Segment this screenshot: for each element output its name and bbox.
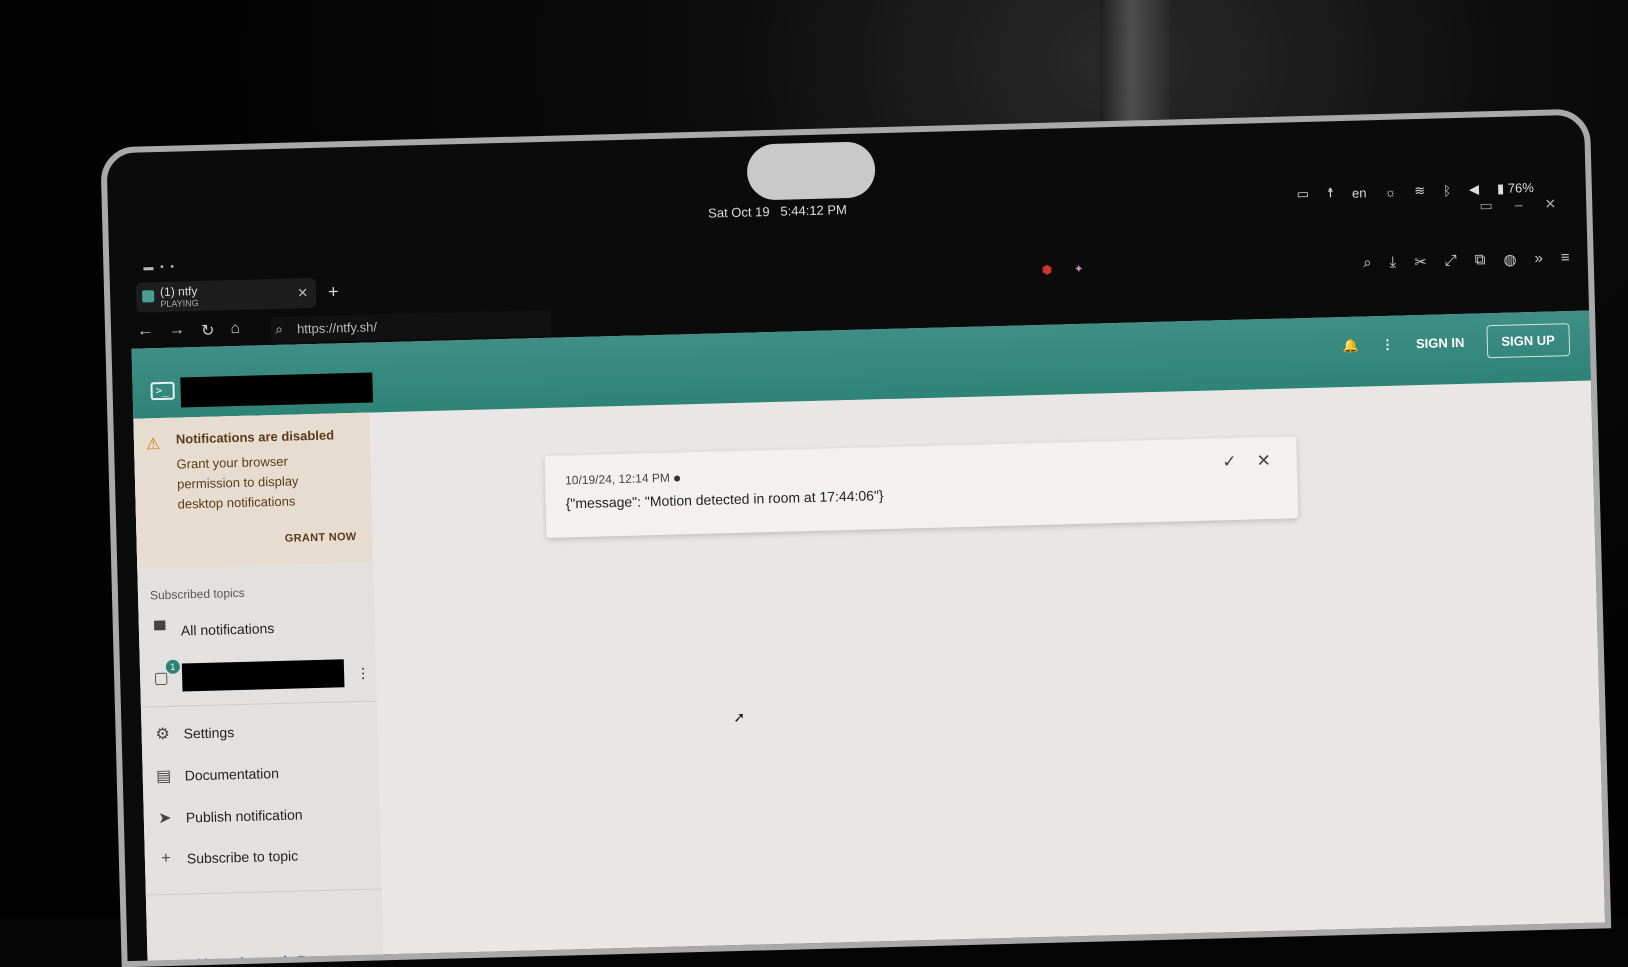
- dismiss-close-icon[interactable]: ✕: [1256, 451, 1271, 471]
- divider: [145, 888, 382, 896]
- warning-icon: ⚠: [145, 436, 161, 454]
- overflow-icon[interactable]: »: [1534, 250, 1543, 268]
- fullscreen-icon[interactable]: ⤢: [1445, 252, 1457, 270]
- extensions-icon[interactable]: ⧉: [1475, 251, 1486, 269]
- restore-icon[interactable]: ▭: [1479, 197, 1493, 214]
- search-icon[interactable]: ⌕: [1363, 254, 1372, 272]
- system-clock: Sat Oct 19 5:44:12 PM: [707, 201, 848, 221]
- minimize-icon[interactable]: –: [1514, 196, 1522, 213]
- plus-icon: +: [160, 849, 171, 868]
- extension-icon[interactable]: ✦: [1074, 262, 1084, 276]
- accessibility-icon[interactable]: ☨: [1327, 185, 1335, 201]
- sidebar-item-topic[interactable]: ▢ 1 ⋮: [152, 659, 371, 693]
- screenshot-icon[interactable]: ✂: [1414, 253, 1427, 271]
- ublock-extension-icon[interactable]: ⬢: [1042, 263, 1053, 277]
- send-icon: ➤: [157, 809, 172, 828]
- sidebar-item-all-notifications[interactable]: ▀ All notifications: [151, 619, 275, 640]
- browser-toolbar: ⌕ ⤓ ✂ ⤢ ⧉ ◍ » ≡: [1363, 249, 1570, 272]
- terminal-logo-icon[interactable]: >_: [150, 381, 175, 401]
- sidebar-item-label: Subscribe to topic: [186, 847, 299, 867]
- sidebar-item-label: Documentation: [184, 765, 280, 784]
- address-text: https://ntfy.sh/: [296, 319, 378, 337]
- nav-buttons: ← → ↻ ⌂: [137, 320, 241, 343]
- tab-title: (1) ntfy: [159, 284, 198, 299]
- grant-now-button[interactable]: GRANT NOW: [285, 531, 357, 545]
- notification-message: {"message": "Motion detected in room at …: [565, 487, 884, 512]
- alert-body: Grant your browser permission to display…: [176, 453, 299, 512]
- forward-icon[interactable]: →: [169, 321, 186, 341]
- sidebar-item-label: Settings: [183, 724, 235, 742]
- webcam-cover: [746, 141, 876, 201]
- upgrade-link[interactable]: Upgrade to ntfy Pro: [197, 952, 319, 967]
- bluetooth-icon[interactable]: ᛒ: [1443, 183, 1451, 198]
- browser-tab[interactable]: (1) ntfy PLAYING ✕: [135, 277, 317, 313]
- header-actions: 🔔 ⋮ SIGN IN SIGN UP: [1342, 323, 1571, 362]
- sidebar-item-label: All notifications: [180, 620, 275, 639]
- laptop-screen: Sat Oct 19 5:44:12 PM ▭ ☨ en ☼ ≋ ᛒ ◀ ▮ 7…: [100, 108, 1612, 967]
- brightness-icon[interactable]: ☼: [1384, 184, 1396, 199]
- notification-actions: ✓ ✕: [1222, 451, 1271, 472]
- sidebar: ⚠ Notifications are disabled Grant your …: [133, 412, 385, 967]
- notification-timestamp: 10/19/24, 12:14 PM: [565, 470, 680, 487]
- divider: [140, 700, 377, 708]
- gear-icon: ⚙: [155, 725, 171, 744]
- window-controls: ▭ – ✕: [1479, 195, 1556, 214]
- bell-icon[interactable]: 🔔: [1343, 337, 1360, 353]
- topic-more-icon[interactable]: ⋮: [356, 664, 370, 681]
- language-indicator[interactable]: en: [1352, 185, 1367, 200]
- alert-title: Notifications are disabled: [175, 427, 335, 447]
- wifi-icon[interactable]: ≋: [1414, 183, 1425, 199]
- redacted-topic-title: [180, 372, 374, 408]
- sidebar-item-label: Publish notification: [185, 806, 303, 826]
- clipboard-icon[interactable]: ▭: [1296, 186, 1309, 202]
- volume-icon[interactable]: ◀: [1469, 181, 1479, 197]
- unread-dot: [673, 475, 680, 482]
- sidebar-item-settings[interactable]: ⚙ Settings: [153, 722, 234, 744]
- sign-up-button[interactable]: SIGN UP: [1485, 323, 1571, 359]
- mark-read-check-icon[interactable]: ✓: [1222, 452, 1237, 472]
- home-icon[interactable]: ⌂: [230, 320, 240, 340]
- ntfy-app: >_ 🔔 ⋮ SIGN IN SIGN UP ⚠ Notifications a…: [131, 310, 1608, 967]
- more-menu-icon[interactable]: ⋮: [1381, 336, 1394, 352]
- photo-background: Sat Oct 19 5:44:12 PM ▭ ☨ en ☼ ≋ ᛒ ◀ ▮ 7…: [0, 0, 1628, 967]
- new-tab-button[interactable]: +: [328, 281, 339, 302]
- document-icon: ▤: [155, 767, 172, 786]
- notification-card: 10/19/24, 12:14 PM {"message": "Motion d…: [544, 436, 1299, 538]
- sidebar-item-documentation[interactable]: ▤ Documentation: [154, 763, 279, 786]
- ntfy-favicon: [142, 290, 155, 303]
- chat-icon: ▀: [154, 621, 166, 640]
- sidebar-item-subscribe[interactable]: + Subscribe to topic: [157, 847, 299, 869]
- search-icon: ⌕: [274, 320, 284, 337]
- battery-indicator[interactable]: ▮ 76%: [1497, 180, 1534, 197]
- menu-icon[interactable]: ≡: [1561, 249, 1570, 267]
- reload-icon[interactable]: ↻: [201, 321, 215, 341]
- mouse-cursor-icon: ➚: [733, 708, 746, 726]
- tab-close-icon[interactable]: ✕: [297, 285, 308, 301]
- subscribed-topics-heading: Subscribed topics: [149, 585, 245, 603]
- notifications-disabled-alert: ⚠ Notifications are disabled Grant your …: [133, 412, 374, 569]
- back-icon[interactable]: ←: [137, 322, 154, 342]
- workspace-indicator: ▬ • •: [143, 261, 177, 274]
- unread-badge: 1: [165, 659, 181, 674]
- download-icon[interactable]: ⤓: [1389, 254, 1396, 272]
- profile-icon[interactable]: ◍: [1503, 250, 1517, 268]
- sidebar-item-publish[interactable]: ➤ Publish notification: [156, 804, 303, 828]
- close-icon[interactable]: ✕: [1544, 195, 1556, 212]
- chat-outline-icon: ▢ 1: [152, 659, 181, 688]
- redacted-topic-name: [181, 659, 345, 692]
- sign-in-button[interactable]: SIGN IN: [1416, 335, 1465, 351]
